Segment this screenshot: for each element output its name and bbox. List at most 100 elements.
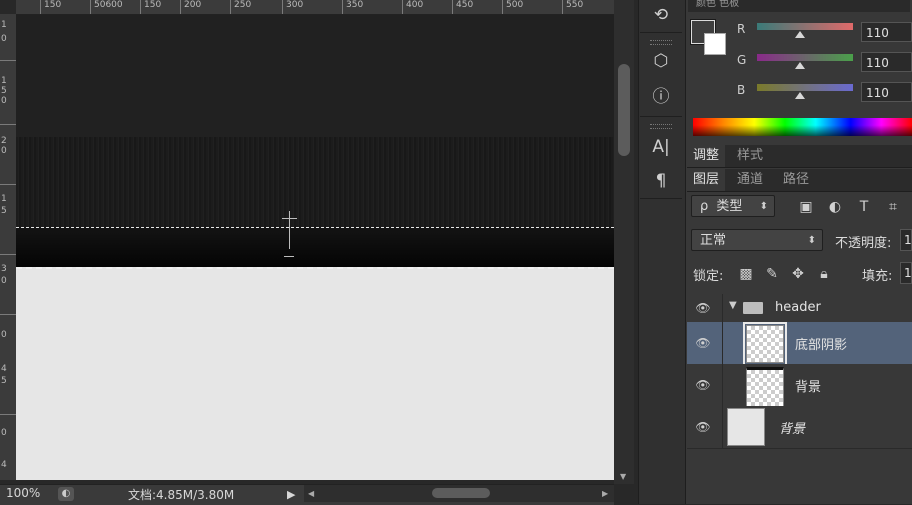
shape-filter-icon[interactable]: ⌗ bbox=[884, 199, 902, 215]
image-filter-icon[interactable]: ▣ bbox=[797, 199, 815, 215]
panel-grip[interactable] bbox=[650, 124, 672, 129]
vertical-scroll-thumb[interactable] bbox=[618, 64, 630, 156]
visibility-eye-icon[interactable]: 👁︎ bbox=[695, 419, 711, 435]
fill-input[interactable]: 1 bbox=[900, 262, 912, 284]
ruler-label: 0 bbox=[1, 34, 7, 44]
red-slider-knob[interactable] bbox=[795, 31, 805, 38]
play-icon[interactable]: ▶ bbox=[287, 488, 295, 501]
filter-type-label: 类型 bbox=[716, 199, 743, 214]
red-value-field[interactable]: 110 bbox=[861, 22, 912, 42]
eye-column-divider bbox=[722, 406, 723, 448]
expand-triangle-icon[interactable]: ▼ bbox=[729, 300, 737, 311]
ruler-label: 300 bbox=[286, 0, 304, 10]
blend-mode-select[interactable]: 正常 ⬍ bbox=[691, 229, 823, 251]
layer-thumbnail bbox=[743, 322, 787, 366]
panel-grip[interactable] bbox=[650, 40, 672, 45]
header-dark-band bbox=[16, 15, 614, 137]
paragraph-icon[interactable]: ¶ bbox=[650, 170, 672, 192]
layer-group-header[interactable]: 👁︎ ▼ header bbox=[687, 294, 912, 323]
green-channel-label: G bbox=[737, 53, 747, 67]
horizontal-scroll-thumb[interactable] bbox=[432, 488, 490, 498]
ruler-label: 200 bbox=[184, 0, 202, 10]
tab-paths[interactable]: 路径 bbox=[777, 169, 815, 191]
tab-channels[interactable]: 通道 bbox=[731, 169, 769, 191]
layer-thumbnail bbox=[727, 408, 765, 446]
ruler-label: 50600 bbox=[94, 0, 123, 10]
top-ruler: 150 50600 150 200 250 300 350 400 450 50… bbox=[16, 0, 618, 15]
eye-column-divider bbox=[722, 322, 723, 364]
ruler-label: 350 bbox=[346, 0, 364, 10]
layer-name[interactable]: 底部阴影 bbox=[795, 334, 847, 353]
red-channel-slider[interactable] bbox=[757, 23, 853, 30]
color-spectrum-shade bbox=[693, 118, 912, 136]
visibility-eye-icon[interactable]: 👁︎ bbox=[695, 300, 711, 316]
color-panel-tabs[interactable]: 颜色 色板 bbox=[688, 0, 910, 12]
left-ruler: 1 0 1 5 0 2 0 1 5 3 0 0 4 5 0 4 bbox=[0, 14, 17, 480]
panel-icon-strip bbox=[638, 0, 686, 504]
strip-divider bbox=[640, 198, 682, 199]
ruler-label: 400 bbox=[406, 0, 424, 10]
green-slider-knob[interactable] bbox=[795, 62, 805, 69]
layer-row-bottom-shadow[interactable]: 👁︎ 底部阴影 bbox=[687, 322, 912, 366]
tab-layers[interactable]: 图层 bbox=[687, 169, 726, 191]
scroll-left-arrow-icon[interactable]: ◀ bbox=[308, 489, 314, 498]
layer-row-background-fill[interactable]: 👁︎ 背景 bbox=[687, 364, 912, 407]
zoom-level[interactable]: 100% bbox=[6, 486, 40, 500]
3d-cube-icon[interactable]: ⬡ bbox=[650, 50, 672, 72]
tab-adjustments[interactable]: 调整 bbox=[687, 145, 726, 167]
ruler-label: 0 bbox=[1, 428, 7, 438]
ruler-label: 550 bbox=[566, 0, 584, 10]
zoom-icon[interactable]: ◐ bbox=[58, 487, 74, 501]
ruler-label: 3 bbox=[1, 264, 7, 274]
ruler-label: 450 bbox=[456, 0, 474, 10]
ruler-label: 500 bbox=[506, 0, 524, 10]
scroll-right-arrow-icon[interactable]: ▶ bbox=[602, 489, 608, 498]
ruler-label: 150 bbox=[44, 0, 62, 10]
layer-filter-select[interactable]: ρ 类型 ⬍ bbox=[691, 195, 775, 217]
fill-label: 填充: bbox=[862, 269, 893, 284]
type-filter-icon[interactable]: T bbox=[855, 199, 873, 215]
background-color-swatch[interactable] bbox=[704, 33, 726, 55]
eye-column-divider bbox=[722, 364, 723, 406]
lock-all-icon[interactable]: 🔒︎ bbox=[815, 265, 833, 283]
move-cursor-icon bbox=[289, 211, 290, 249]
green-value-field[interactable]: 110 bbox=[861, 52, 912, 72]
ruler-label: 4 bbox=[1, 460, 7, 470]
adjustments-tabbar: 调整 样式 bbox=[687, 145, 912, 168]
ruler-label: 1 bbox=[1, 76, 7, 86]
scroll-down-arrow-icon[interactable]: ▼ bbox=[620, 472, 626, 481]
lock-image-pixels-icon[interactable]: ✎ bbox=[763, 265, 781, 283]
visibility-eye-icon[interactable]: 👁︎ bbox=[695, 377, 711, 393]
header-texture-band bbox=[16, 137, 614, 227]
layer-row-background[interactable]: 👁︎ 背景 bbox=[687, 406, 912, 449]
strip-divider bbox=[640, 116, 682, 117]
selection-marquee-bottom bbox=[16, 267, 614, 269]
ruler-label: 2 bbox=[1, 136, 7, 146]
layer-name[interactable]: 背景 bbox=[795, 376, 821, 395]
blue-channel-slider[interactable] bbox=[757, 84, 853, 91]
filter-search-icon: ρ bbox=[700, 199, 709, 214]
character-icon[interactable]: A| bbox=[650, 136, 672, 158]
ruler-label: 0 bbox=[1, 330, 7, 340]
info-icon[interactable]: ⓘ bbox=[650, 86, 672, 108]
green-channel-slider[interactable] bbox=[757, 54, 853, 61]
bottom-shadow-band bbox=[16, 227, 614, 267]
opacity-input[interactable]: 1 bbox=[900, 229, 912, 251]
lock-position-icon[interactable]: ✥ bbox=[789, 265, 807, 283]
visibility-eye-icon[interactable]: 👁︎ bbox=[695, 335, 711, 351]
blue-channel-label: B bbox=[737, 83, 746, 97]
ruler-label: 5 bbox=[1, 376, 7, 386]
tab-styles[interactable]: 样式 bbox=[731, 145, 769, 167]
ruler-label: 5 bbox=[1, 86, 7, 96]
document-size-info[interactable]: 文档:4.85M/3.80M bbox=[128, 486, 234, 503]
blue-value-field[interactable]: 110 bbox=[861, 82, 912, 102]
opacity-label: 不透明度: bbox=[835, 236, 892, 251]
blue-slider-knob[interactable] bbox=[795, 92, 805, 99]
layer-name[interactable]: header bbox=[775, 300, 821, 315]
layer-name[interactable]: 背景 bbox=[779, 418, 805, 437]
document-canvas[interactable] bbox=[16, 15, 614, 480]
adjustment-filter-icon[interactable]: ◐ bbox=[826, 199, 844, 215]
layers-tabbar: 图层 通道 路径 bbox=[687, 169, 912, 192]
history-icon[interactable]: ⟲ bbox=[650, 4, 672, 26]
lock-transparent-pixels-icon[interactable]: ▩ bbox=[737, 265, 755, 283]
